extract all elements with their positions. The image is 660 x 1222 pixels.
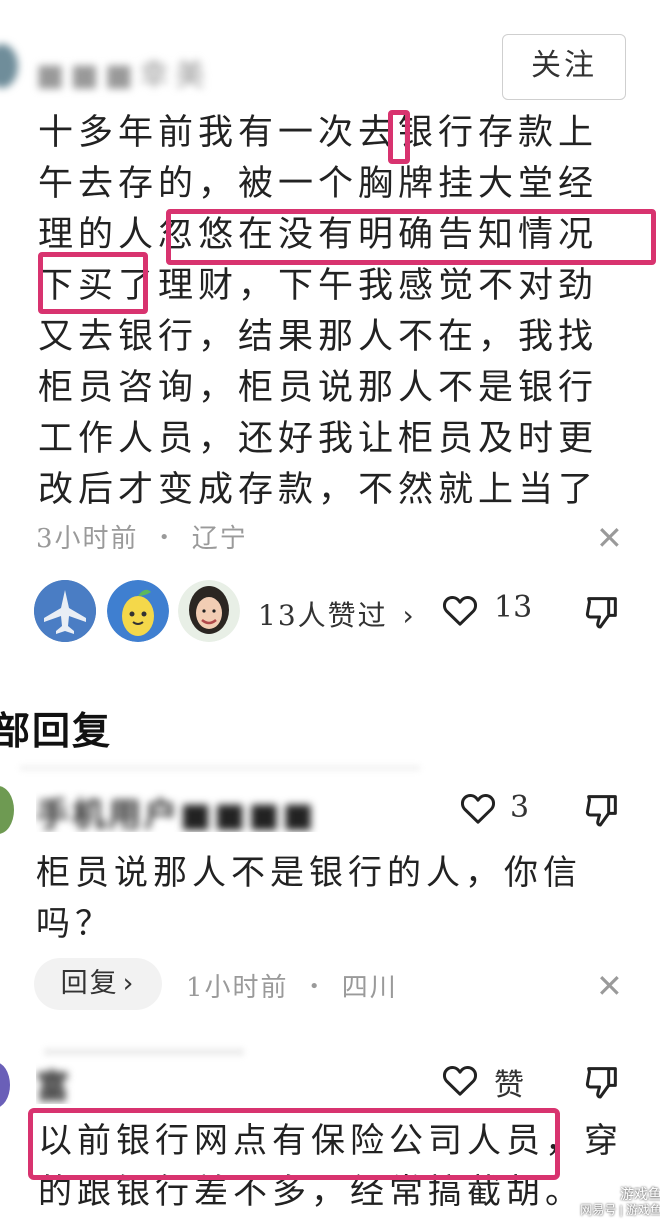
reply-avatar[interactable] (0, 786, 14, 834)
liker-avatar-woman[interactable] (178, 580, 240, 642)
chevron-right-icon: › (402, 599, 416, 632)
jet-icon (34, 580, 96, 642)
liked-by-link[interactable]: 13人赞过 › (258, 594, 416, 634)
reply-username[interactable]: 手机用户■■■■ (36, 788, 396, 832)
reply-like-button[interactable]: 3 (458, 788, 538, 832)
liked-by-label: 13人赞过 (258, 599, 388, 632)
dislike-icon[interactable] (582, 1062, 622, 1102)
comment-like-count: 13 (494, 590, 533, 625)
reply-button-label: 回复 (60, 968, 119, 999)
comment-location: 辽宁 (191, 524, 248, 554)
reply-username[interactable]: 富■■■■■ (36, 1060, 236, 1104)
liker-avatar-jet[interactable] (34, 580, 96, 642)
replies-header: 部回复 (0, 708, 113, 753)
meta-dot: • (308, 976, 322, 997)
highlight-box-insurance (28, 1108, 560, 1180)
heart-icon (442, 595, 478, 626)
watermark-line2: 网易号 | 游戏鱼 (580, 1203, 660, 1217)
liker-avatar-lemon[interactable] (107, 580, 169, 642)
highlight-box-bank (388, 110, 410, 164)
watermark: 游戏鱼 网易号 | 游戏鱼 (552, 1186, 660, 1218)
heart-icon (442, 1065, 478, 1096)
reply-location: 四川 (341, 973, 398, 1003)
reply-text: 柜员说那人不是银行的人，你信吗？ (36, 853, 582, 944)
chevron-right-icon: › (122, 968, 136, 999)
close-icon[interactable]: ✕ (596, 970, 623, 1002)
commenter-username[interactable]: ■■■幸美 (36, 50, 276, 93)
reply-like-button[interactable]: 赞 (440, 1060, 540, 1104)
reply-button[interactable]: 回复 › (34, 958, 162, 1010)
reply-divider (20, 765, 420, 771)
highlight-box-phrase (166, 209, 656, 265)
comment-like-button[interactable]: 13 (440, 588, 540, 632)
reply-avatar[interactable] (0, 1062, 10, 1108)
meta-dot: • (158, 527, 172, 548)
highlight-box-licai (38, 252, 148, 314)
lemon-icon (107, 580, 169, 642)
reply-like-count: 3 (510, 790, 530, 825)
commenter-avatar[interactable] (0, 44, 18, 88)
watermark-line1: 游戏鱼 (620, 1186, 660, 1202)
portrait-icon (178, 580, 240, 642)
comment-time: 3小时前 (36, 524, 139, 554)
dislike-icon[interactable] (582, 592, 622, 632)
follow-button[interactable]: 关注 (502, 34, 626, 100)
dislike-icon[interactable] (582, 790, 622, 830)
reply-meta: 1小时前 • 四川 (186, 967, 398, 1004)
reply-time: 1小时前 (186, 973, 289, 1003)
reply-like-label: 赞 (494, 1068, 524, 1103)
comment-meta: 3小时前 • 辽宁 (36, 518, 248, 554)
heart-icon (460, 793, 496, 824)
reply-divider (44, 1048, 244, 1056)
close-icon[interactable]: ✕ (596, 522, 623, 554)
